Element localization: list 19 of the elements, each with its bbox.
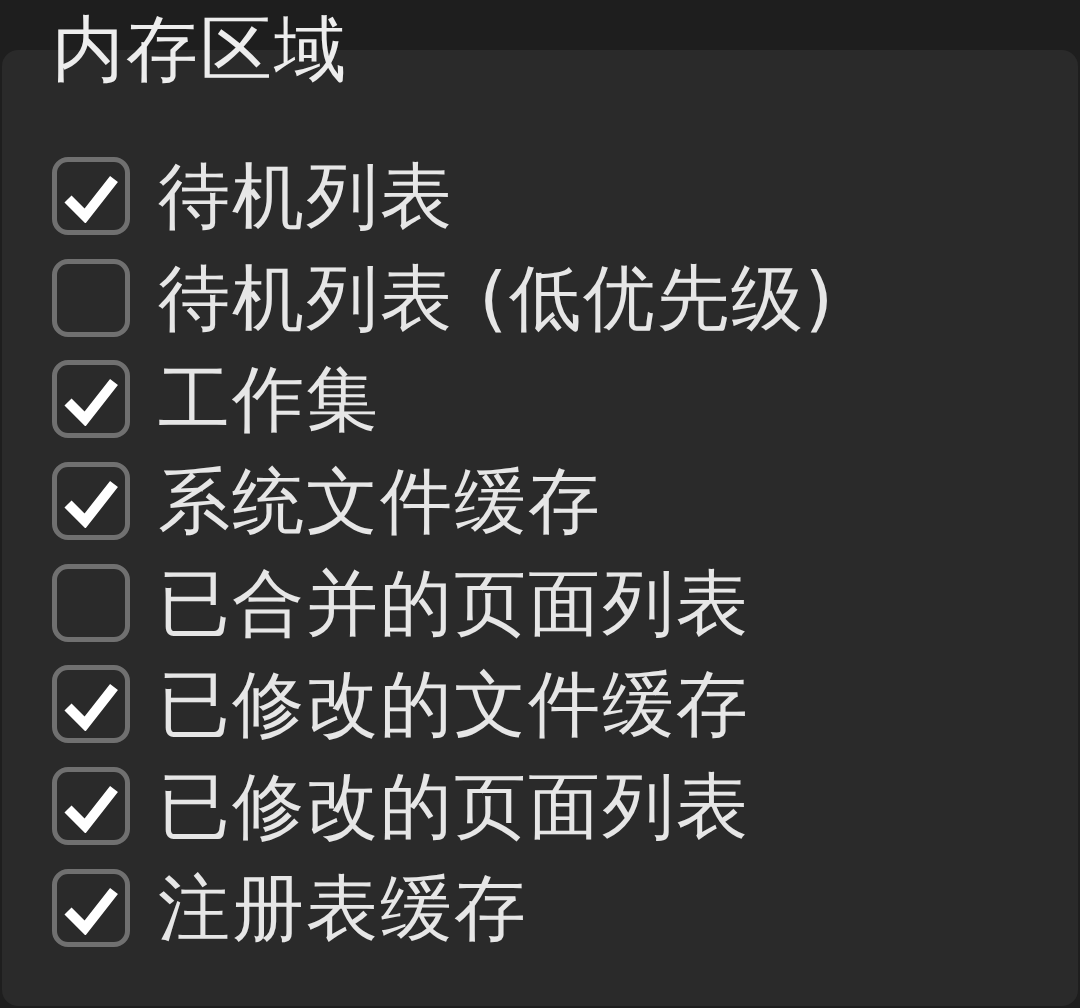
checkbox-label: 系统文件缓存 (158, 460, 602, 541)
checkbox-label: 注册表缓存 (158, 867, 528, 948)
group-title: 内存区域 (52, 13, 348, 85)
checkbox[interactable] (52, 766, 130, 845)
checkbox[interactable] (52, 665, 130, 744)
checkmark-icon (63, 376, 119, 427)
checkmark-icon (63, 681, 119, 732)
checkbox[interactable] (52, 868, 130, 947)
checkbox[interactable] (52, 156, 130, 235)
checkbox-label: 已修改的页面列表 (158, 765, 750, 846)
checkbox-label: 工作集 (158, 359, 380, 440)
checkbox-label: 待机列表 (低优先级) (158, 257, 836, 338)
checkbox[interactable] (52, 563, 130, 642)
checkbox-label: 待机列表 (158, 155, 454, 236)
checkbox[interactable] (52, 360, 130, 439)
checkbox-label: 已修改的文件缓存 (158, 664, 750, 745)
checkbox[interactable] (52, 461, 130, 540)
checkbox-label: 已合并的页面列表 (158, 562, 750, 643)
checkbox[interactable] (52, 258, 130, 337)
